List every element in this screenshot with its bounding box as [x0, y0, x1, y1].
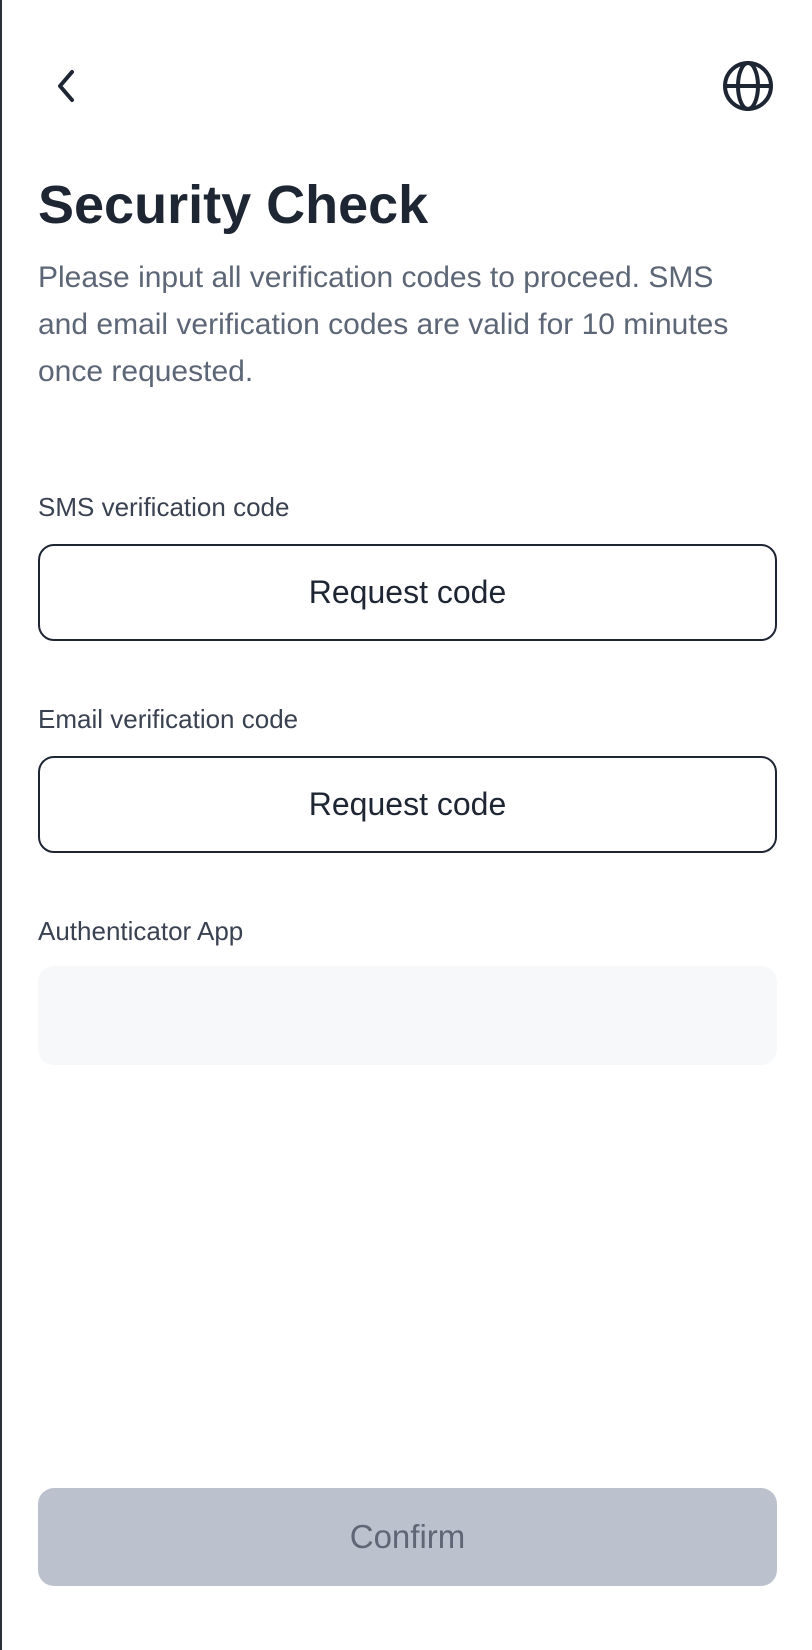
authenticator-code-input[interactable]: [38, 966, 777, 1065]
page-title: Security Check: [38, 175, 429, 235]
chevron-left-icon: [58, 70, 74, 102]
email-request-code-button[interactable]: Request code: [38, 756, 777, 853]
email-code-label: Email verification code: [38, 704, 299, 734]
page-description: Please input all verification codes to p…: [38, 261, 729, 388]
confirm-button[interactable]: Confirm: [38, 1488, 777, 1586]
sms-code-label: SMS verification code: [38, 492, 290, 522]
language-button[interactable]: [718, 56, 778, 116]
top-bar: [2, 50, 810, 122]
globe-icon: [723, 61, 773, 111]
authenticator-app-label: Authenticator App: [38, 916, 244, 946]
sms-request-code-button[interactable]: Request code: [38, 544, 777, 641]
security-check-screen: Security Check Please input all verifica…: [0, 0, 810, 1650]
back-button[interactable]: [40, 56, 92, 116]
